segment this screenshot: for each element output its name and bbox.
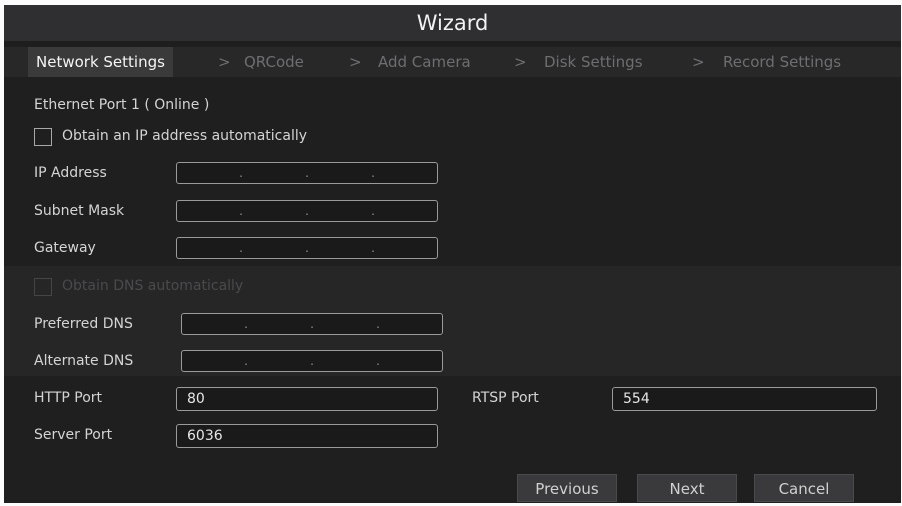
preferred-dns-octet-4[interactable] xyxy=(380,314,442,334)
step-network-settings[interactable]: Network Settings xyxy=(28,47,173,77)
next-button[interactable]: Next xyxy=(637,474,737,502)
preferred-dns-octet-2[interactable] xyxy=(248,314,310,334)
alternate-dns-label: Alternate DNS xyxy=(34,353,134,369)
step-record-settings[interactable]: Record Settings xyxy=(723,47,841,77)
gateway-octet-1[interactable] xyxy=(177,238,239,258)
preferred-dns-field[interactable]: . . . xyxy=(181,313,443,335)
chevron-right-icon: > xyxy=(692,53,705,71)
gateway-octet-4[interactable] xyxy=(375,238,437,258)
wizard-steps: Network Settings > QRCode > Add Camera >… xyxy=(4,47,901,77)
subnet-mask-octet-1[interactable] xyxy=(177,201,239,221)
cancel-button[interactable]: Cancel xyxy=(754,474,854,502)
ip-address-octet-4[interactable] xyxy=(375,163,437,183)
gateway-octet-3[interactable] xyxy=(309,238,371,258)
subnet-mask-octet-3[interactable] xyxy=(309,201,371,221)
rtsp-port-input[interactable] xyxy=(612,387,877,411)
alternate-dns-octet-2[interactable] xyxy=(248,351,310,371)
server-port-label: Server Port xyxy=(34,427,113,443)
chevron-right-icon: > xyxy=(349,53,362,71)
alternate-dns-octet-1[interactable] xyxy=(182,351,244,371)
step-add-camera[interactable]: Add Camera xyxy=(378,47,471,77)
subnet-mask-octet-4[interactable] xyxy=(375,201,437,221)
network-settings-panel: Ethernet Port 1 ( Online ) Obtain an IP … xyxy=(4,77,901,503)
gateway-label: Gateway xyxy=(34,240,96,256)
rtsp-port-label: RTSP Port xyxy=(472,390,539,406)
ethernet-port-title: Ethernet Port 1 ( Online ) xyxy=(34,97,210,113)
preferred-dns-octet-3[interactable] xyxy=(314,314,376,334)
subnet-mask-label: Subnet Mask xyxy=(34,203,125,219)
ip-address-octet-2[interactable] xyxy=(243,163,305,183)
wizard-window: Wizard Network Settings > QRCode > Add C… xyxy=(4,5,901,503)
subnet-mask-octet-2[interactable] xyxy=(243,201,305,221)
chevron-right-icon: > xyxy=(218,53,231,71)
ip-address-octet-3[interactable] xyxy=(309,163,371,183)
alternate-dns-octet-4[interactable] xyxy=(380,351,442,371)
ip-address-label: IP Address xyxy=(34,165,107,181)
chevron-right-icon: > xyxy=(514,53,527,71)
obtain-ip-auto-label[interactable]: Obtain an IP address automatically xyxy=(62,128,307,144)
gateway-octet-2[interactable] xyxy=(243,238,305,258)
previous-button[interactable]: Previous xyxy=(517,474,617,502)
ip-address-octet-1[interactable] xyxy=(177,163,239,183)
obtain-dns-auto-label[interactable]: Obtain DNS automatically xyxy=(62,278,243,294)
window-title: Wizard xyxy=(4,5,901,41)
obtain-ip-auto-checkbox[interactable] xyxy=(34,128,52,146)
preferred-dns-octet-1[interactable] xyxy=(182,314,244,334)
http-port-label: HTTP Port xyxy=(34,390,103,406)
ip-address-field[interactable]: . . . xyxy=(176,162,438,184)
http-port-input[interactable] xyxy=(176,387,438,411)
obtain-dns-auto-checkbox[interactable] xyxy=(34,278,52,296)
subnet-mask-field[interactable]: . . . xyxy=(176,200,438,222)
gateway-field[interactable]: . . . xyxy=(176,237,438,259)
preferred-dns-label: Preferred DNS xyxy=(34,316,133,332)
server-port-input[interactable] xyxy=(176,424,438,448)
step-qrcode[interactable]: QRCode xyxy=(244,47,304,77)
step-disk-settings[interactable]: Disk Settings xyxy=(544,47,643,77)
alternate-dns-field[interactable]: . . . xyxy=(181,350,443,372)
alternate-dns-octet-3[interactable] xyxy=(314,351,376,371)
